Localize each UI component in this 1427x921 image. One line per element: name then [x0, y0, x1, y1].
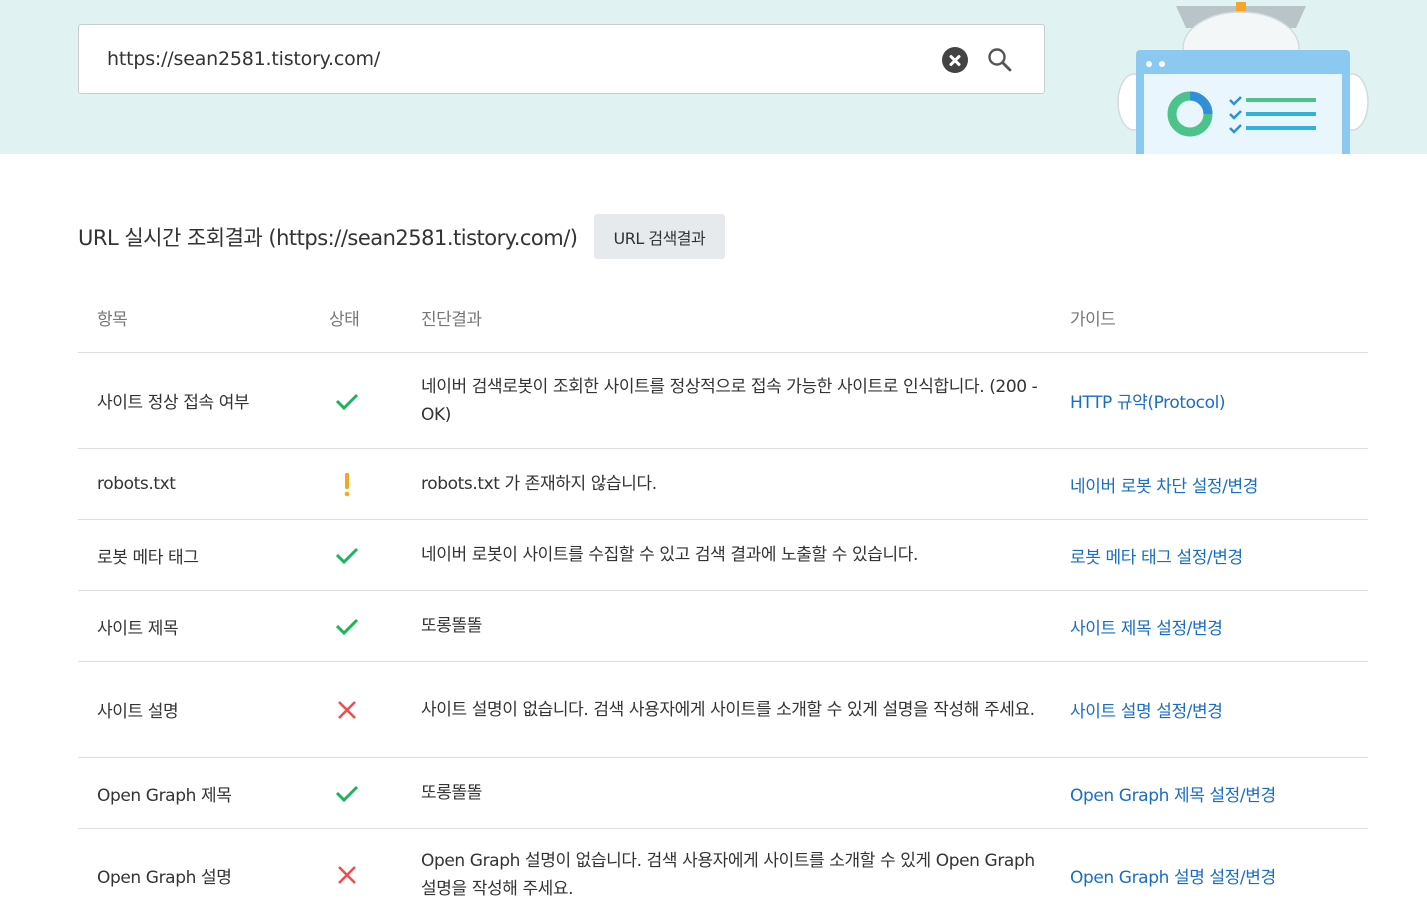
- status-cell: [310, 470, 421, 498]
- row-item: Open Graph 설명: [97, 867, 232, 888]
- header-status: 상태: [329, 309, 360, 330]
- row-result: 사이트 설명이 없습니다. 검색 사용자에게 사이트를 소개할 수 있게 설명을…: [421, 699, 1035, 720]
- row-item: robots.txt: [97, 474, 176, 494]
- row-item: Open Graph 제목: [97, 785, 232, 806]
- row-result: 네이버 로봇이 사이트를 수집할 수 있고 검색 결과에 노출할 수 있습니다.: [421, 545, 919, 565]
- table-header: 항목 상태 진단결과 가이드: [78, 282, 1368, 353]
- guide-link[interactable]: 사이트 제목 설정/변경: [1070, 619, 1223, 639]
- table-row: 사이트 제목 또롱똘똘 사이트 제목 설정/변경: [78, 591, 1368, 662]
- diagnosis-table: 항목 상태 진단결과 가이드 사이트 정상 접속 여부 네이버 검색로봇이 조회…: [78, 282, 1368, 921]
- status-cell: [310, 541, 421, 569]
- status-cell: [310, 387, 421, 415]
- hero-banner: [0, 0, 1427, 154]
- guide-link[interactable]: 사이트 설명 설정/변경: [1070, 702, 1223, 722]
- table-row: 사이트 정상 접속 여부 네이버 검색로봇이 조회한 사이트를 정상적으로 접속…: [78, 353, 1368, 449]
- search-icon[interactable]: [985, 45, 1015, 75]
- url-search-box: [78, 24, 1045, 94]
- status-cell: [310, 779, 421, 807]
- table-row: robots.txt robots.txt 가 존재하지 않습니다. 네이버 로…: [78, 449, 1368, 520]
- guide-link[interactable]: Open Graph 설명 설정/변경: [1070, 868, 1276, 888]
- status-cell: [310, 696, 421, 724]
- check-icon: [335, 547, 359, 565]
- row-item: 로봇 메타 태그: [97, 547, 199, 568]
- close-icon: [338, 700, 356, 719]
- close-icon: [338, 866, 356, 884]
- row-result: robots.txt 가 존재하지 않습니다.: [421, 474, 657, 494]
- header-guide: 가이드: [1070, 309, 1116, 330]
- row-item: 사이트 설명: [97, 702, 179, 722]
- table-row: Open Graph 설명 Open Graph 설명이 없습니다. 검색 사용…: [78, 829, 1368, 921]
- url-search-input[interactable]: [107, 25, 937, 93]
- check-icon: [335, 393, 359, 410]
- result-title: URL 실시간 조회결과 (https://sean2581.tistory.c…: [78, 225, 578, 250]
- url-search-result-button[interactable]: URL 검색결과: [593, 214, 726, 259]
- guide-link[interactable]: Open Graph 제목 설정/변경: [1070, 786, 1276, 806]
- row-item: 사이트 정상 접속 여부: [97, 393, 250, 413]
- result-header: URL 실시간 조회결과 (https://sean2581.tistory.c…: [78, 214, 726, 259]
- header-item: 항목: [97, 309, 128, 330]
- row-result: 네이버 검색로봇이 조회한 사이트를 정상적으로 접속 가능한 사이트로 인식합…: [421, 376, 1038, 425]
- row-item: 사이트 제목: [97, 618, 179, 639]
- row-result: Open Graph 설명이 없습니다. 검색 사용자에게 사이트를 소개할 수…: [421, 851, 1035, 899]
- warning-icon: [344, 473, 350, 497]
- guide-link[interactable]: HTTP 규약(Protocol): [1070, 393, 1226, 413]
- check-icon: [335, 785, 359, 803]
- clear-icon[interactable]: [942, 47, 968, 73]
- guide-link[interactable]: 로봇 메타 태그 설정/변경: [1070, 548, 1243, 568]
- status-cell: [310, 612, 421, 640]
- robot-illustration: [1117, 2, 1369, 154]
- row-result: 또롱똘똘: [421, 616, 482, 636]
- table-row: 로봇 메타 태그 네이버 로봇이 사이트를 수집할 수 있고 검색 결과에 노출…: [78, 520, 1368, 591]
- check-icon: [335, 618, 359, 636]
- table-row: 사이트 설명 사이트 설명이 없습니다. 검색 사용자에게 사이트를 소개할 수…: [78, 662, 1368, 758]
- status-cell: [310, 861, 421, 889]
- guide-link[interactable]: 네이버 로봇 차단 설정/변경: [1070, 477, 1258, 497]
- header-result: 진단결과: [421, 309, 482, 330]
- table-row: Open Graph 제목 또롱똘똘 Open Graph 제목 설정/변경: [78, 758, 1368, 829]
- row-result: 또롱똘똘: [421, 783, 482, 803]
